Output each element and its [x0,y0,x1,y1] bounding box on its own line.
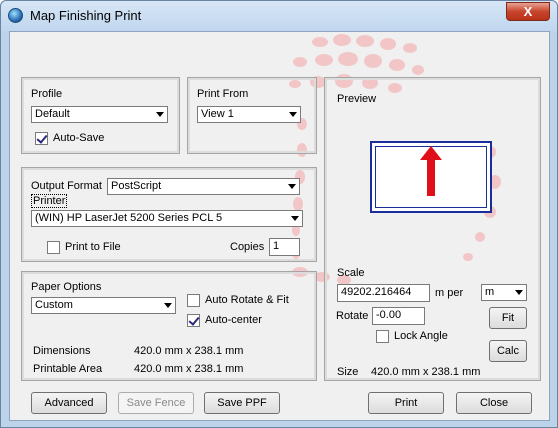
dialog-window: Map Finishing Print X Profile Default Au… [0,0,558,428]
preview-group: Preview Scale 49202.216464 m per m Fit R… [324,77,541,381]
lock-angle-checkbox[interactable] [376,330,389,343]
printer-value: (WIN) HP LaserJet 5200 Series PCL 5 [35,212,223,224]
chevron-down-icon [291,216,299,221]
printer-dropdown[interactable]: (WIN) HP LaserJet 5200 Series PCL 5 [31,210,303,227]
output-group: Output Format PostScript Printer (WIN) H… [21,167,317,262]
paper-size-dropdown[interactable]: Custom [31,297,176,314]
advanced-button[interactable]: Advanced [31,392,107,414]
lock-angle-label: Lock Angle [394,330,448,342]
auto-center-checkbox[interactable] [187,314,200,327]
copies-label: Copies [230,241,265,253]
print-from-value: View 1 [201,108,234,120]
scale-label: Scale [337,267,365,279]
output-format-value: PostScript [111,180,162,192]
dimensions-label: Dimensions [33,345,91,357]
autosave-label: Auto-Save [53,132,105,144]
window-title: Map Finishing Print [30,8,142,23]
autosave-checkbox[interactable] [35,132,48,145]
scale-unit-dropdown[interactable]: m [481,284,527,301]
profile-value: Default [35,108,70,120]
auto-center-label: Auto-center [205,314,262,326]
title-bar[interactable]: Map Finishing Print X [1,1,557,31]
rotate-input[interactable]: -0.00 [372,307,425,325]
paper-size-value: Custom [35,299,73,311]
size-value: 420.0 mm x 238.1 mm [371,366,481,378]
paper-options-group: Paper Options Custom Auto Rotate & Fit A… [21,271,317,381]
save-ppf-button[interactable]: Save PPF [204,392,280,414]
print-to-file-label: Print to File [65,241,121,253]
dimensions-value: 420.0 mm x 238.1 mm [134,345,244,357]
printer-label: Printer [31,194,68,208]
chevron-down-icon [164,303,172,308]
output-format-dropdown[interactable]: PostScript [107,178,300,195]
save-fence-button[interactable]: Save Fence [118,392,194,414]
printable-area-value: 420.0 mm x 238.1 mm [134,363,244,375]
scale-per-label: m per [435,287,464,299]
scale-input[interactable]: 49202.216464 [337,284,430,302]
profile-group: Profile Default Auto-Save [21,77,180,154]
calc-button[interactable]: Calc [489,340,527,362]
up-arrow-icon [420,146,442,196]
chevron-down-icon [515,290,523,295]
preview-page [370,141,492,213]
auto-rotate-checkbox[interactable] [187,294,200,307]
printable-area-label: Printable Area [33,363,103,375]
print-from-label: Print From [197,88,249,100]
globe-icon [8,8,23,23]
window-close-button[interactable]: X [506,2,550,21]
paper-options-label: Paper Options [31,281,102,293]
close-button[interactable]: Close [456,392,532,414]
rotate-label: Rotate [336,310,369,322]
chevron-down-icon [288,184,296,189]
output-format-label: Output Format [31,180,102,192]
chevron-down-icon [289,112,297,117]
size-label: Size [337,366,359,378]
print-button[interactable]: Print [368,392,444,414]
print-from-dropdown[interactable]: View 1 [197,106,301,123]
preview-label: Preview [337,93,377,105]
chevron-down-icon [156,112,164,117]
profile-label: Profile [31,88,63,100]
fit-button[interactable]: Fit [489,307,527,329]
print-to-file-checkbox[interactable] [47,241,60,254]
dialog-body: Profile Default Auto-Save Print From Vie… [9,31,550,421]
print-from-group: Print From View 1 [187,77,317,154]
auto-rotate-label: Auto Rotate & Fit [205,294,289,306]
scale-unit-value: m [485,286,495,298]
copies-input[interactable]: 1 [269,238,300,256]
profile-dropdown[interactable]: Default [31,106,168,123]
